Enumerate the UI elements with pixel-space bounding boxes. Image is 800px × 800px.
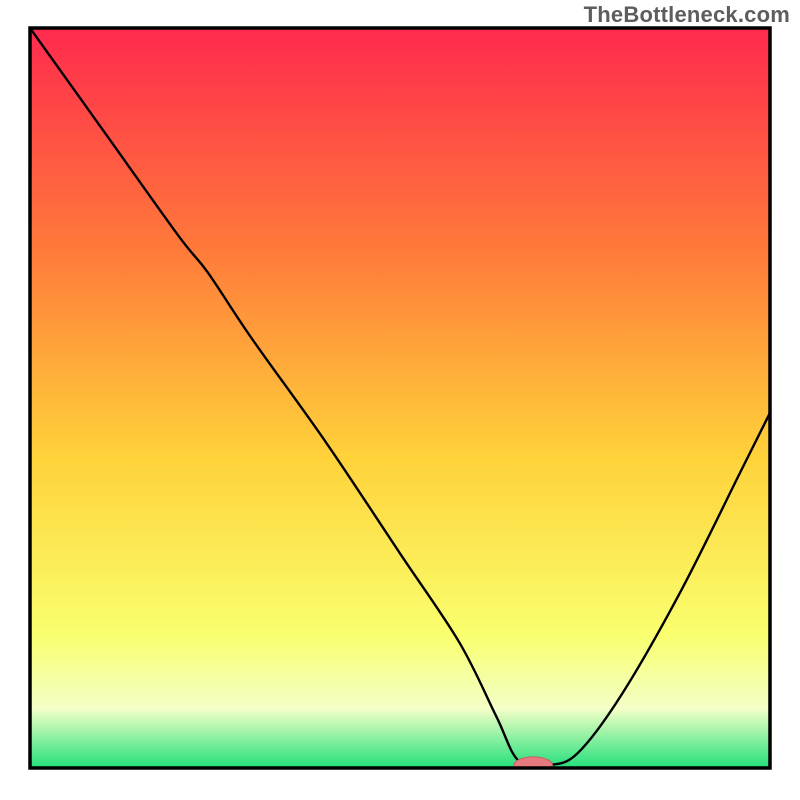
gradient-background <box>30 28 770 768</box>
watermark-text: TheBottleneck.com <box>584 2 790 28</box>
bottleneck-chart <box>0 0 800 800</box>
chart-stage: TheBottleneck.com <box>0 0 800 800</box>
optimal-marker <box>514 757 552 773</box>
